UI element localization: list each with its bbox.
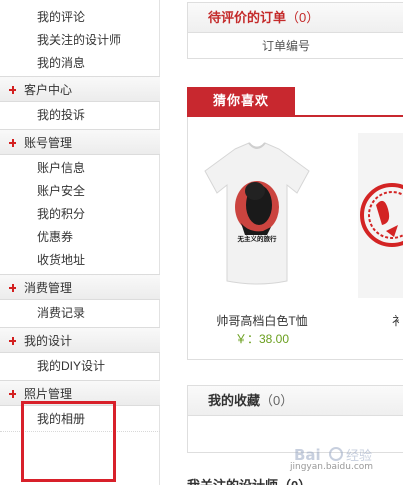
product-name[interactable]: 衤 — [392, 312, 403, 329]
tab-guess-you-like[interactable]: 猜你喜欢 — [187, 87, 295, 115]
tab-underline — [187, 115, 403, 117]
sidebar-section-my-design[interactable]: 我的设计 — [0, 327, 160, 353]
sidebar-item-label: 我的投诉 — [37, 108, 86, 122]
plus-icon — [8, 328, 18, 354]
tshirt-image: 无主义的旅行 — [204, 142, 310, 285]
panel-title: 待评价的订单 — [208, 10, 287, 25]
sidebar-item-my-points[interactable]: 我的积分 — [0, 203, 160, 226]
panel-header: 我的收藏（0） — [188, 386, 403, 416]
sidebar-item-account-info[interactable]: 账户信息 — [0, 157, 160, 180]
sidebar-item-label: 我的积分 — [37, 207, 86, 221]
sidebar-section-label: 客户中心 — [24, 83, 73, 97]
plus-icon — [8, 77, 18, 103]
sidebar-item-my-reviews[interactable]: 我的评论 — [0, 6, 160, 29]
product-image-red-seal[interactable] — [358, 133, 403, 298]
sidebar-section-label: 照片管理 — [24, 387, 73, 401]
sidebar-item-label: 我关注的设计师 — [37, 33, 122, 47]
sidebar-item-label: 收货地址 — [37, 253, 86, 267]
sidebar-item-coupons[interactable]: 优惠券 — [0, 226, 160, 249]
sidebar-section-account-management[interactable]: 账号管理 — [0, 129, 160, 155]
sidebar-section-customer-center[interactable]: 客户中心 — [0, 76, 160, 102]
sidebar-item-consumption-records[interactable]: 消费记录 — [0, 302, 160, 325]
watermark-url: jingyan.baidu.com — [290, 462, 374, 472]
pending-review-orders-panel: 待评价的订单（0） 订单编号 — [187, 2, 403, 59]
plus-icon — [8, 275, 18, 301]
column-header-order-number: 订单编号 — [261, 39, 310, 53]
product-image-white-tshirt[interactable]: 无主义的旅行 — [197, 135, 317, 295]
seal-image — [360, 183, 403, 247]
product-name[interactable]: 帅哥高档白色T恤 — [200, 312, 324, 329]
sidebar-item-followed-designers[interactable]: 我关注的设计师 — [0, 29, 160, 52]
sidebar-item-shipping-address[interactable]: 收货地址 — [0, 249, 160, 272]
plus-icon — [8, 130, 18, 156]
sidebar-item-my-diy-design[interactable]: 我的DIY设计 — [0, 355, 160, 378]
sidebar-item-label: 优惠券 — [37, 230, 74, 244]
order-count: （0） — [286, 10, 320, 25]
sidebar-item-label: 消费记录 — [37, 306, 86, 320]
plus-icon — [8, 381, 18, 407]
panel-header: 待评价的订单（0） — [188, 3, 403, 33]
sidebar-item-label: 我的DIY设计 — [37, 359, 106, 373]
sidebar-section-label: 消费管理 — [24, 281, 73, 295]
sidebar-section-label: 我的设计 — [24, 334, 73, 348]
highlight-annotation-box — [21, 401, 116, 482]
tshirt-print-text: 无主义的旅行 — [237, 234, 278, 243]
sidebar-section-consumption-management[interactable]: 消费管理 — [0, 274, 160, 300]
favorites-count: （0） — [260, 393, 294, 408]
sidebar-item-my-complaints[interactable]: 我的投诉 — [0, 104, 160, 127]
panel-title: 我的收藏 — [208, 393, 261, 408]
sidebar-item-label: 我的评论 — [37, 10, 86, 24]
sidebar-item-label: 账户安全 — [37, 184, 86, 198]
product-price: ￥：38.00 — [234, 332, 290, 346]
sidebar-item-label: 账户信息 — [37, 161, 86, 175]
sidebar-item-my-messages[interactable]: 我的消息 — [0, 52, 160, 75]
sidebar-item-label: 我的消息 — [37, 56, 86, 70]
sidebar-section-label: 账号管理 — [24, 136, 73, 150]
sidebar-item-account-security[interactable]: 账户安全 — [0, 180, 160, 203]
